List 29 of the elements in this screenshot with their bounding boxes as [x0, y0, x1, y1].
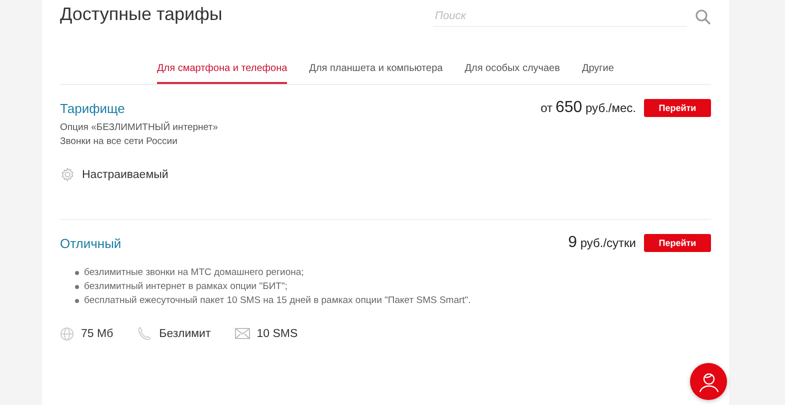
mail-icon	[234, 328, 250, 339]
tab[interactable]: Для планшета и компьютера	[309, 58, 443, 84]
globe-icon	[60, 326, 74, 340]
tariff-name-link[interactable]: Отличный	[60, 236, 122, 250]
feature-label: Настраиваемый	[82, 168, 168, 180]
feature-label: Безлимит	[159, 328, 211, 340]
tariff-feature-item: безлимитный интернет в рамках опции "БИТ";	[84, 280, 288, 294]
tab[interactable]: Для особых случаев	[464, 58, 560, 84]
person-icon	[698, 370, 720, 392]
feature-label: 75 Мб	[81, 328, 114, 340]
bullet-icon	[75, 285, 79, 289]
tab[interactable]: Для смартфона и телефона	[157, 58, 288, 84]
feature-label: 10 SMS	[256, 328, 298, 340]
search-icon[interactable]	[695, 8, 711, 24]
phone-icon	[137, 326, 152, 341]
go-button[interactable]: Перейти	[644, 99, 711, 117]
tariff-description: Опция «БЕЗЛИМИТНЫЙ интернет»	[60, 121, 219, 135]
bullet-icon	[75, 271, 79, 275]
tariff-name-link[interactable]: Тарифище	[60, 100, 125, 116]
tariff-feature-item: бесплатный ежесуточный пакет 10 SMS на 15 дней в рамках опции "Пакет SMS Smart".	[84, 294, 471, 308]
price: от 650 руб./мес.	[540, 99, 636, 117]
price: 9 руб./сутки	[568, 234, 636, 252]
page-title: Доступные тарифы	[60, 4, 222, 25]
tab[interactable]: Другие	[582, 58, 614, 84]
tariff-feature-item: безлимитные звонки на МТС домашнего региона;	[84, 266, 304, 280]
tariff-description: Звонки на все сети России	[60, 135, 178, 149]
bullet-icon	[75, 299, 79, 303]
go-button[interactable]: Перейти	[644, 234, 711, 252]
gear-icon	[60, 167, 75, 182]
